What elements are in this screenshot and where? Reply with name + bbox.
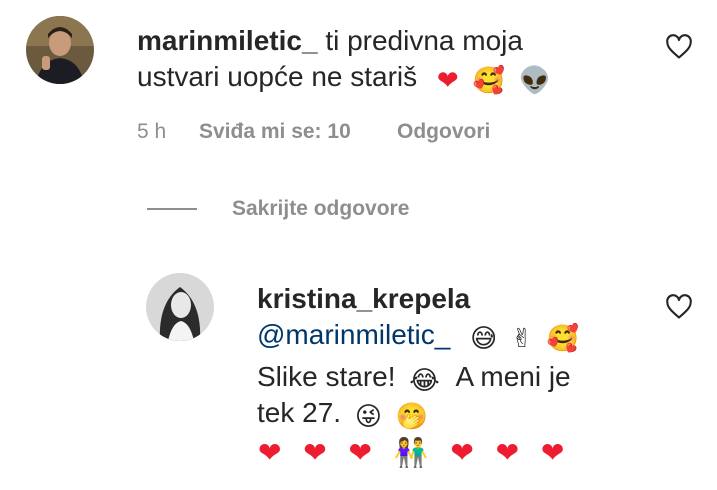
comment-text: marinmiletic_ ti predivna moja	[137, 22, 523, 60]
reply-username-line: kristina_krepela	[257, 280, 470, 318]
comment-time: 5 h	[137, 120, 167, 143]
reply-line2: Slike stare! 😂 A meni je	[257, 358, 571, 396]
reply-hearts-row: ❤ ❤ ❤ 👫 ❤ ❤ ❤	[258, 436, 576, 469]
reply-text-2b: A meni je	[455, 361, 571, 392]
comment-text-line1: ti predivna moja	[325, 25, 523, 56]
heart-emoji: ❤	[436, 66, 459, 96]
comment-likes-button[interactable]: Sviđa mi se: 10	[199, 120, 351, 144]
alien-emoji: 👽	[518, 66, 552, 96]
reply-line1: @marinmiletic_ 😅 ✌ 🥰	[257, 316, 579, 354]
couple-emoji: 👫	[393, 437, 431, 468]
comment-reply-button[interactable]: Odgovori	[397, 120, 490, 144]
victory-hand-emoji: ✌	[511, 324, 533, 354]
hand-over-mouth-emoji: 🤭	[395, 402, 429, 432]
heart-emoji: ❤	[303, 437, 329, 468]
heart-emoji: ❤	[348, 437, 374, 468]
sweat-smile-emoji: 😅	[470, 324, 498, 354]
reply-username[interactable]: kristina_krepela	[257, 283, 470, 314]
heart-emoji: ❤	[258, 437, 284, 468]
winking-tongue-emoji: 😜	[354, 402, 382, 432]
comment-text-line2: ustvari uopće ne stariš	[137, 61, 418, 92]
tears-of-joy-emoji: 😂	[409, 366, 440, 396]
comment-username[interactable]: marinmiletic_	[137, 25, 318, 56]
heart-emoji: ❤	[450, 437, 476, 468]
hide-replies-button[interactable]: Sakrijte odgovore	[232, 197, 409, 221]
heart-emoji: ❤	[540, 437, 567, 468]
like-comment-heart-icon[interactable]	[665, 33, 693, 61]
mention-link[interactable]: @marinmiletic_	[257, 319, 450, 350]
heart-emoji: ❤	[495, 437, 522, 468]
comment-text-line2-wrap: ustvari uopće ne stariš ❤ 🥰 👽	[137, 58, 551, 96]
avatar-marinmiletic[interactable]	[26, 16, 94, 84]
smiling-hearts-emoji: 🥰	[472, 66, 505, 96]
avatar-kristina-krepela[interactable]	[146, 273, 214, 341]
smiling-hearts-emoji-2: 🥰	[546, 324, 579, 354]
reply-text-3: tek 27.	[257, 397, 342, 428]
like-reply-heart-icon[interactable]	[665, 293, 693, 321]
reply-line3: tek 27. 😜 🤭	[257, 394, 428, 432]
replies-divider-line	[147, 208, 197, 210]
reply-text-2: Slike stare!	[257, 361, 396, 392]
